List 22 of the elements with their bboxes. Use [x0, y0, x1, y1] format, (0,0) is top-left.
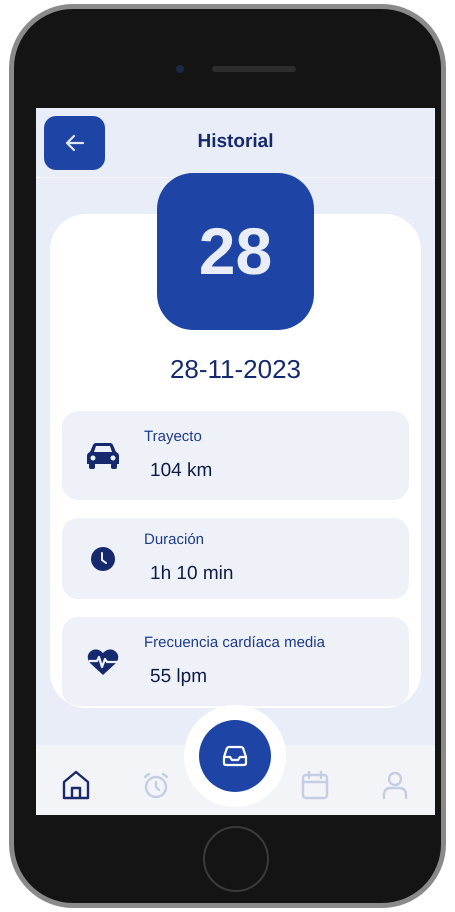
back-arrow-icon	[64, 134, 84, 152]
stat-label: Duración	[144, 530, 206, 550]
stat-label: Trayecto	[144, 427, 203, 447]
calendar-icon	[301, 770, 330, 800]
home-button[interactable]	[202, 826, 268, 892]
page-title: Historial	[197, 130, 274, 154]
car-icon	[86, 442, 120, 470]
stat-value: 55 lpm	[149, 664, 208, 688]
stat-label: Frecuencia cardíaca media	[144, 633, 325, 653]
stat-value: 1h 10 min	[149, 562, 234, 586]
stat-value: 104 km	[149, 458, 212, 482]
inbox-button[interactable]	[199, 720, 272, 792]
clock-icon	[91, 546, 115, 570]
inbox-tray-icon	[222, 745, 248, 767]
home-icon	[62, 770, 90, 800]
heart-pulse-icon	[87, 648, 119, 676]
alarm-clock-icon	[142, 771, 170, 799]
camera-icon	[176, 64, 184, 72]
day-badge: 28	[157, 173, 314, 330]
date-text: 28-11-2023	[170, 353, 302, 386]
profile-icon	[381, 770, 410, 800]
back-button[interactable]	[44, 116, 105, 170]
